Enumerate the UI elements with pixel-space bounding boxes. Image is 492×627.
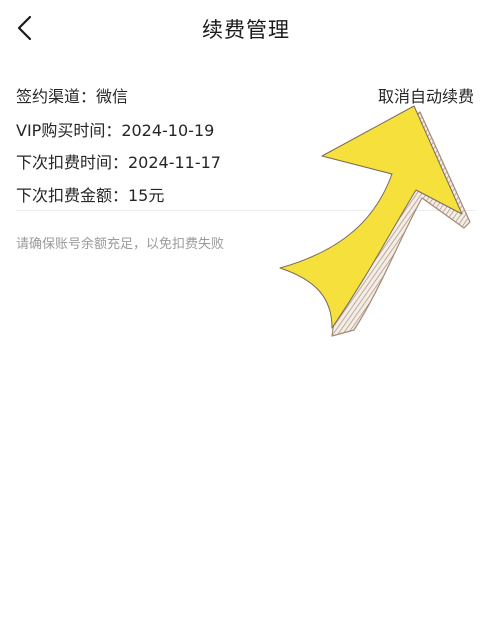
next-charge-time: 下次扣费时间：2024-11-17 bbox=[16, 153, 221, 172]
signing-channel: 签约渠道：微信 bbox=[16, 87, 129, 106]
curved-arrow-icon bbox=[279, 105, 471, 337]
top-bar: 续费管理 bbox=[0, 0, 492, 58]
balance-hint: 请确保账号余额充足，以免扣费失败 bbox=[16, 237, 225, 252]
page-title: 续费管理 bbox=[202, 18, 290, 42]
next-charge-amount: 下次扣费金额：15元 bbox=[16, 186, 165, 205]
vip-purchase-time: VIP购买时间：2024-10-19 bbox=[16, 121, 215, 140]
